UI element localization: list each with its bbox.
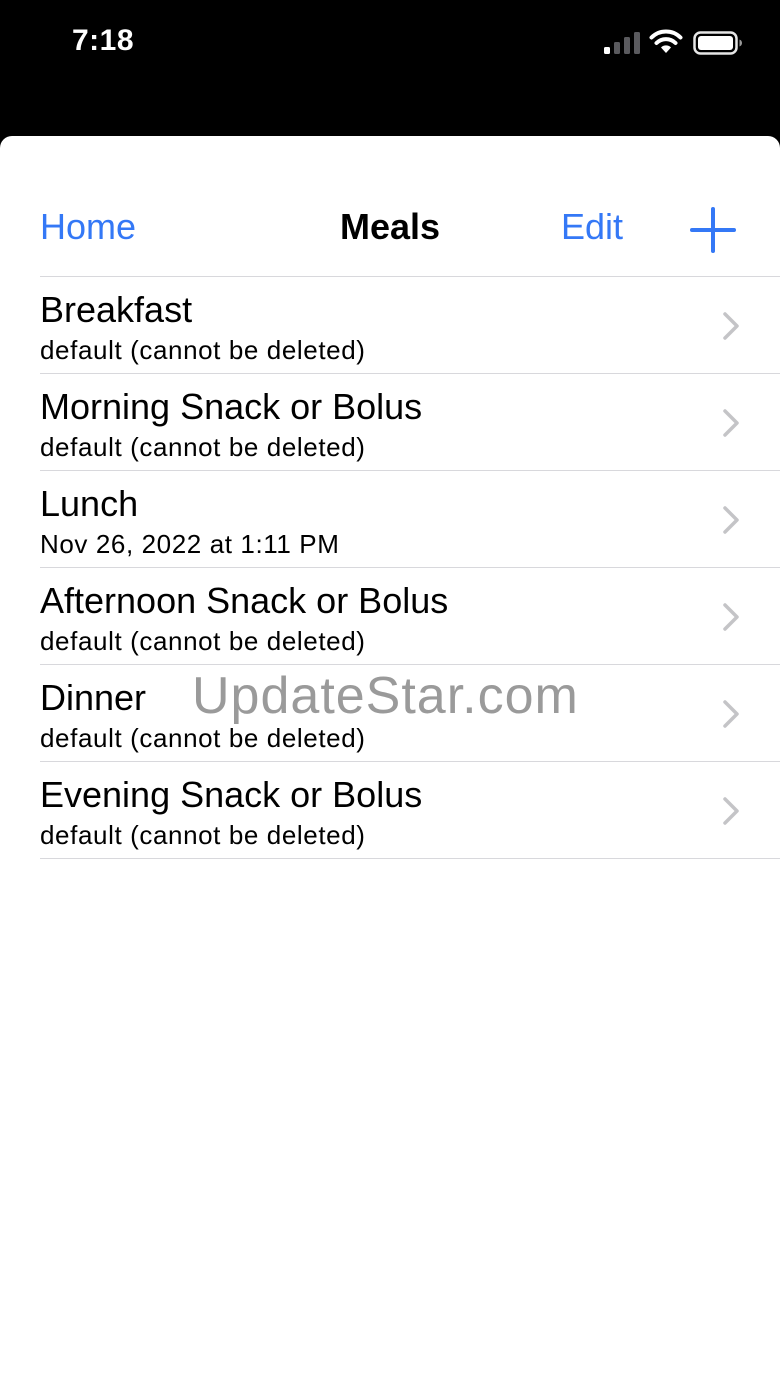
chevron-right-icon — [723, 603, 739, 631]
home-button[interactable]: Home — [40, 206, 136, 248]
chevron-right-icon — [723, 700, 739, 728]
signal-icon — [604, 32, 640, 54]
meal-row-lunch[interactable]: Lunch Nov 26, 2022 at 1:11 PM — [40, 471, 780, 568]
meal-title: Morning Snack or Bolus — [40, 386, 423, 427]
meals-list: Breakfast default (cannot be deleted) Mo… — [40, 276, 780, 859]
meal-subtitle: default (cannot be deleted) — [40, 335, 366, 365]
status-time: 7:18 — [72, 24, 135, 57]
meal-row-evening-snack[interactable]: Evening Snack or Bolus default (cannot b… — [40, 762, 780, 859]
meal-title: Evening Snack or Bolus — [40, 774, 423, 815]
chevron-right-icon — [723, 312, 739, 340]
plus-icon[interactable] — [690, 207, 736, 253]
meal-title: Afternoon Snack or Bolus — [40, 580, 449, 621]
meal-title: Dinner — [40, 677, 147, 718]
wifi-icon — [649, 29, 683, 53]
chevron-right-icon — [723, 409, 739, 437]
meal-subtitle: default (cannot be deleted) — [40, 820, 366, 850]
meal-title: Breakfast — [40, 289, 193, 330]
meals-sheet: Home Meals Edit Breakfast default (canno… — [0, 136, 780, 1387]
navigation-bar: Home Meals Edit — [0, 136, 780, 276]
meal-subtitle: default (cannot be deleted) — [40, 432, 366, 462]
edit-button[interactable]: Edit — [561, 206, 623, 248]
chevron-right-icon — [723, 797, 739, 825]
meal-subtitle: default (cannot be deleted) — [40, 626, 366, 656]
meal-title: Lunch — [40, 483, 139, 524]
status-bar: 7:18 — [0, 0, 780, 136]
meal-subtitle: default (cannot be deleted) — [40, 723, 366, 753]
meal-row-breakfast[interactable]: Breakfast default (cannot be deleted) — [40, 277, 780, 374]
meal-row-morning-snack[interactable]: Morning Snack or Bolus default (cannot b… — [40, 374, 780, 471]
meal-subtitle: Nov 26, 2022 at 1:11 PM — [40, 529, 340, 559]
meal-row-afternoon-snack[interactable]: Afternoon Snack or Bolus default (cannot… — [40, 568, 780, 665]
chevron-right-icon — [723, 506, 739, 534]
battery-icon — [693, 31, 742, 55]
meal-row-dinner[interactable]: Dinner default (cannot be deleted) — [40, 665, 780, 762]
